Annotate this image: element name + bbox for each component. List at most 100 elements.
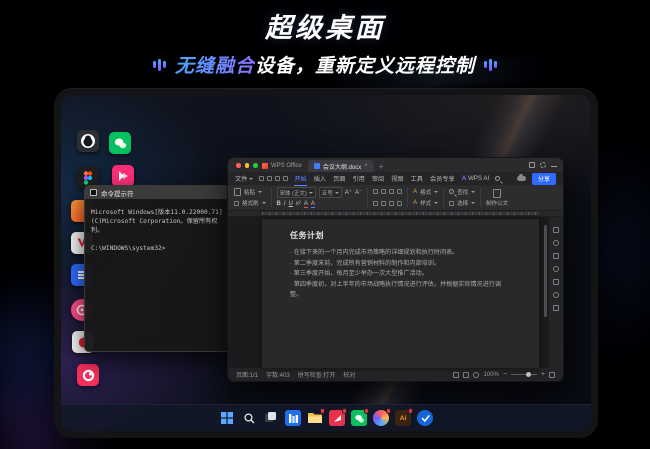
restore-icon[interactable]	[529, 162, 535, 168]
design-app-icon[interactable]	[373, 410, 389, 426]
settings-gear-icon[interactable]	[540, 162, 546, 168]
document-body[interactable]: · 在接下来的一个月内完成市场策略的详细规划和执行时间表。· 第二季度末前，完成…	[290, 248, 505, 301]
ribbon-tab[interactable]: 会员专享	[430, 174, 455, 183]
minimize-button[interactable]	[245, 163, 250, 168]
file-explorer-icon[interactable]	[307, 410, 323, 426]
ribbon-tab[interactable]: 工具	[411, 174, 423, 183]
tab-home[interactable]: 开始	[294, 174, 306, 183]
edit-icon[interactable]	[553, 227, 559, 233]
minimize-icon[interactable]	[551, 166, 557, 167]
command-prompt-output[interactable]: Microsoft Windows[版本11.0.22000.71](C)Mic…	[85, 199, 229, 262]
close-button[interactable]	[236, 163, 241, 168]
remote-app-icon[interactable]	[329, 410, 345, 426]
ribbon-tab[interactable]: 引用	[353, 174, 365, 183]
window-traffic-lights[interactable]	[236, 163, 258, 168]
check-app-icon[interactable]	[417, 410, 433, 426]
zoom-slider[interactable]	[511, 374, 537, 375]
zoom-out-button[interactable]: −	[503, 372, 507, 378]
wps-titlebar[interactable]: WPS Office 会议大纲.docx × +	[228, 158, 563, 172]
document-page[interactable]: 任务计划 · 在接下来的一个月内完成市场策略的详细规划和执行时间表。· 第二季度…	[262, 219, 539, 368]
ribbon-tab[interactable]: 页面	[333, 174, 345, 183]
help-icon[interactable]	[553, 292, 559, 298]
zoom-in-button[interactable]: +	[541, 372, 545, 378]
ribbon-tab[interactable]: 视图	[391, 174, 403, 183]
wps-menubar[interactable]: 文件 开始 插入页面引用审阅视图工具会员专享 A WP	[228, 172, 563, 185]
notification-badge	[386, 408, 392, 414]
undo-icon[interactable]	[275, 176, 280, 181]
align-controls[interactable]	[373, 201, 402, 206]
make-official-doc-button[interactable]: 制作公文	[486, 186, 508, 209]
shape-icon[interactable]	[553, 253, 559, 259]
task-view-icon[interactable]	[263, 410, 279, 426]
ribbon-tab-list[interactable]: 插入页面引用审阅视图工具会员专享	[314, 174, 455, 183]
wechat-icon[interactable]	[109, 132, 131, 154]
save-icon[interactable]	[259, 176, 264, 181]
font-enlarge-button[interactable]: A⁺	[345, 189, 352, 196]
comment-icon[interactable]	[553, 240, 559, 246]
format-tool[interactable]: A格式	[413, 188, 438, 196]
highlight-color-button[interactable]: A	[311, 201, 315, 208]
proofread[interactable]: 校对	[343, 370, 355, 379]
subscript-button[interactable]: x²	[296, 201, 301, 207]
github-icon[interactable]	[77, 130, 99, 152]
paste-button[interactable]: 粘贴	[234, 188, 266, 196]
cloud-sync-icon[interactable]	[517, 176, 526, 181]
font-color-button[interactable]: A	[304, 201, 308, 208]
word-count[interactable]: 字数:403	[266, 370, 290, 379]
quick-access-icons[interactable]	[259, 176, 288, 181]
font-size-select[interactable]: 五号	[319, 187, 342, 198]
wps-ribbon[interactable]: 粘贴 格式刷 宋体 (正文) 五号 A⁺ A⁻ B I	[228, 185, 563, 211]
view-mode-icon[interactable]	[463, 372, 469, 378]
notification-badge	[364, 408, 370, 414]
find-button[interactable]: 查找	[449, 188, 475, 196]
tab-wps-home[interactable]: WPS Office	[256, 160, 308, 172]
window-controls[interactable]	[529, 162, 557, 168]
widgets-icon[interactable]	[285, 410, 301, 426]
wechat-icon[interactable]	[351, 410, 367, 426]
list-controls[interactable]	[373, 189, 402, 194]
stamp-icon[interactable]	[553, 266, 559, 272]
export-icon[interactable]	[553, 279, 559, 285]
side-toolbar[interactable]	[548, 217, 563, 368]
illustrator-icon[interactable]: Ai	[395, 410, 411, 426]
spellcheck-status[interactable]: 拼写检查:打开	[298, 370, 336, 379]
share-button[interactable]: 分享	[532, 173, 556, 185]
view-mode-icon[interactable]	[473, 372, 479, 378]
format-painter-button[interactable]: 格式刷	[234, 199, 266, 207]
fullscreen-icon[interactable]	[549, 372, 555, 378]
bold-button[interactable]: B	[277, 201, 281, 207]
italic-button[interactable]: I	[284, 201, 286, 207]
font-shrink-button[interactable]: A⁻	[355, 189, 362, 196]
new-tab-button[interactable]: +	[379, 162, 384, 172]
start-button[interactable]	[219, 410, 235, 426]
ribbon-tab[interactable]: 插入	[314, 174, 326, 183]
command-prompt-window[interactable]: 命令提示符 Microsoft Windows[版本11.0.22000.71]…	[84, 185, 230, 352]
file-menu[interactable]: 文件	[235, 174, 253, 183]
zoom-level[interactable]: 100%	[483, 372, 498, 378]
underline-button[interactable]: U	[289, 201, 293, 207]
command-prompt-titlebar[interactable]: 命令提示符	[85, 186, 229, 199]
search-icon[interactable]	[495, 176, 500, 181]
tab-close-icon[interactable]: ×	[364, 163, 368, 169]
pink-video-app-icon[interactable]	[112, 165, 134, 187]
wps-office-window[interactable]: WPS Office 会议大纲.docx × +	[227, 157, 564, 382]
maximize-button[interactable]	[253, 163, 258, 168]
pink-swirl-app-icon[interactable]	[77, 364, 99, 386]
ribbon-tab[interactable]: 审阅	[372, 174, 384, 183]
font-name-select[interactable]: 宋体 (正文)	[277, 187, 316, 198]
more-icon[interactable]	[553, 305, 559, 311]
print-icon[interactable]	[267, 176, 272, 181]
view-mode-icon[interactable]	[453, 372, 459, 378]
notification-badge	[320, 408, 326, 414]
search-icon[interactable]	[241, 410, 257, 426]
select-button[interactable]: 选择	[449, 199, 475, 207]
tab-wps-ai[interactable]: A WPS AI	[462, 175, 490, 182]
ribbon-tabs[interactable]: 开始 插入页面引用审阅视图工具会员专享 A WPS AI	[294, 174, 489, 183]
equalizer-icon	[484, 59, 497, 71]
redo-icon[interactable]	[283, 176, 288, 181]
document-canvas[interactable]: 任务计划 · 在接下来的一个月内完成市场策略的详细规划和执行时间表。· 第二季度…	[228, 217, 563, 368]
windows-taskbar[interactable]: Ai	[61, 404, 591, 431]
tab-document[interactable]: 会议大纲.docx ×	[308, 160, 374, 172]
style-tool[interactable]: A样式	[413, 199, 438, 207]
vertical-scrollbar[interactable]	[544, 225, 547, 317]
